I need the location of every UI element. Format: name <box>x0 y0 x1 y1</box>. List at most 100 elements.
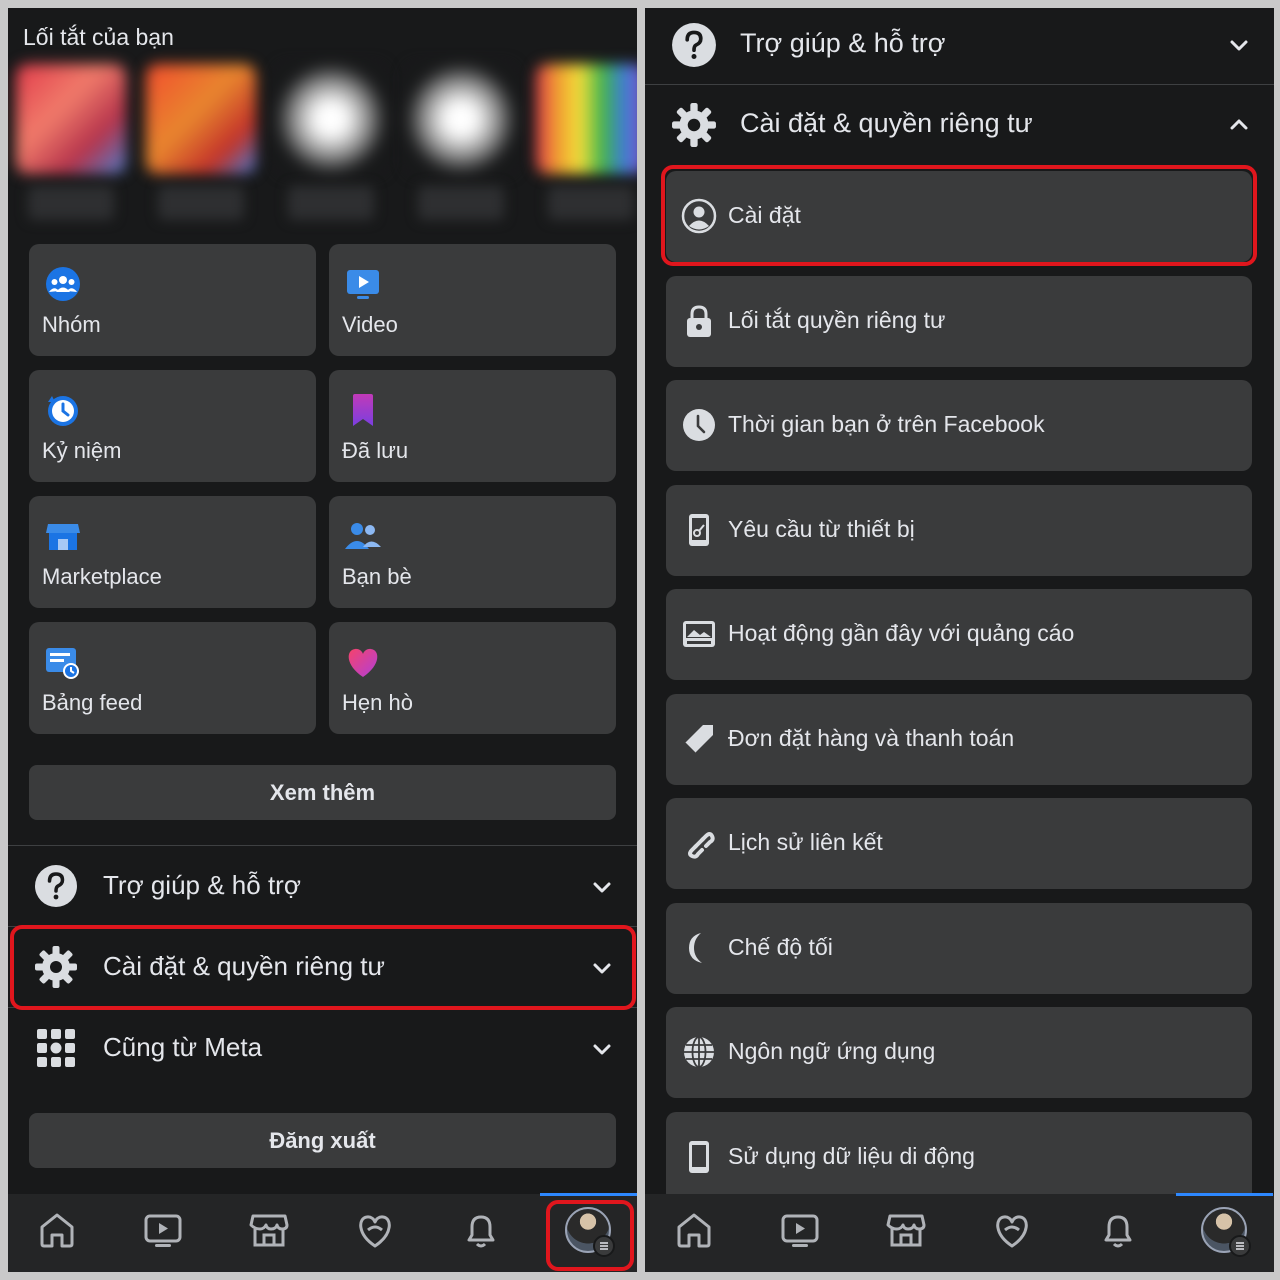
friends-icon <box>345 523 381 549</box>
memories-icon <box>48 396 78 426</box>
shortcut-thumbnail <box>406 64 516 174</box>
settings-item-label: Hoạt động gần đây với quảng cáo <box>728 620 1075 646</box>
section-help-support[interactable]: Trợ giúp & hỗ trợ <box>645 8 1274 84</box>
settings-item-label: Ngôn ngữ ứng dụng <box>728 1038 936 1064</box>
settings-item-mobile-data[interactable]: Sử dụng dữ liệu di động <box>666 1112 1252 1203</box>
video-icon <box>347 270 379 299</box>
menu-badge-icon <box>1229 1235 1251 1257</box>
notifications-icon[interactable] <box>1096 1208 1140 1252</box>
tile-label: Marketplace <box>42 564 162 589</box>
avatar <box>565 1207 615 1257</box>
shortcut-item[interactable] <box>16 64 126 234</box>
settings-item-label: Lối tắt quyền riêng tư <box>728 307 946 333</box>
phone-icon <box>689 1141 709 1173</box>
device-key-icon <box>689 514 709 546</box>
dating-icon[interactable] <box>990 1208 1034 1252</box>
watch-icon[interactable] <box>141 1208 185 1252</box>
groups-icon <box>46 267 80 301</box>
shortcut-item[interactable] <box>276 64 386 234</box>
section-label: Trợ giúp & hỗ trợ <box>103 870 301 900</box>
settings-item-privacy-shortcuts[interactable]: Lối tắt quyền riêng tư <box>666 276 1252 367</box>
tile-label: Nhóm <box>42 312 101 337</box>
shortcut-item[interactable] <box>536 64 637 234</box>
marketplace-icon[interactable] <box>884 1208 928 1252</box>
section-label: Cài đặt & quyền riêng tư <box>103 951 385 981</box>
tile-memories[interactable]: Kỷ niệm <box>29 370 316 482</box>
see-more-label: Xem thêm <box>269 779 376 805</box>
home-icon[interactable] <box>35 1208 79 1252</box>
section-help-support[interactable]: Trợ giúp & hỗ trợ <box>8 846 637 926</box>
globe-icon <box>684 1036 714 1068</box>
settings-item-orders-payments[interactable]: Đơn đặt hàng và thanh toán <box>666 694 1252 785</box>
tile-label: Kỷ niệm <box>42 438 122 463</box>
shortcut-caption <box>418 186 504 220</box>
shortcut-item[interactable] <box>146 64 256 234</box>
settings-item-label: Lịch sử liên kết <box>728 829 883 855</box>
ad-image-icon <box>683 621 715 647</box>
help-icon <box>35 865 77 907</box>
menu-panel-right: Trợ giúp & hỗ trợ Cài đặt & quyền riêng … <box>645 8 1274 1272</box>
bottom-nav <box>8 1193 637 1272</box>
home-icon[interactable] <box>672 1208 716 1252</box>
notifications-icon[interactable] <box>459 1208 503 1252</box>
active-tab-indicator <box>540 1193 637 1196</box>
active-tab-indicator <box>1176 1193 1273 1196</box>
tile-label: Bạn bè <box>342 564 412 589</box>
settings-item-app-language[interactable]: Ngôn ngữ ứng dụng <box>666 1007 1252 1098</box>
settings-item-label: Chế độ tối <box>728 934 833 960</box>
see-more-button[interactable]: Xem thêm <box>29 765 616 820</box>
section-label: Cũng từ Meta <box>103 1032 263 1062</box>
logout-button[interactable]: Đăng xuất <box>29 1113 616 1168</box>
section-settings-privacy[interactable]: Cài đặt & quyền riêng tư <box>645 88 1274 164</box>
shortcuts-title: Lối tắt của bạn <box>23 24 174 50</box>
chevron-down-icon <box>593 963 611 974</box>
section-settings-privacy[interactable]: Cài đặt & quyền riêng tư <box>8 927 637 1007</box>
tile-video[interactable]: Video <box>329 244 616 356</box>
tile-groups[interactable]: Nhóm <box>29 244 316 356</box>
settings-item-recent-ad-activity[interactable]: Hoạt động gần đây với quảng cáo <box>666 589 1252 680</box>
marketplace-icon[interactable] <box>247 1208 291 1252</box>
dating-icon <box>348 648 378 677</box>
chevron-down-icon <box>593 1044 611 1055</box>
tile-feeds[interactable]: Bảng feed <box>29 622 316 734</box>
shortcut-thumbnail <box>536 64 637 174</box>
shortcut-thumbnail <box>16 64 126 174</box>
logout-label: Đăng xuất <box>269 1127 376 1153</box>
grid-icon <box>37 1029 75 1067</box>
tile-friends[interactable]: Bạn bè <box>329 496 616 608</box>
settings-item-dark-mode[interactable]: Chế độ tối <box>666 903 1252 994</box>
marketplace-icon <box>46 524 80 550</box>
gear-icon <box>672 103 716 147</box>
dating-icon[interactable] <box>353 1208 397 1252</box>
tile-dating[interactable]: Hẹn hò <box>329 622 616 734</box>
settings-item-link-history[interactable]: Lịch sử liên kết <box>666 798 1252 889</box>
shortcut-item[interactable] <box>406 64 516 234</box>
saved-icon <box>353 394 373 426</box>
section-label: Cài đặt & quyền riêng tư <box>740 108 1033 138</box>
settings-item-settings[interactable]: Cài đặt <box>666 171 1252 262</box>
divider <box>645 84 1274 85</box>
shortcut-caption <box>158 186 244 220</box>
moon-icon <box>689 933 702 963</box>
shortcut-caption <box>288 186 374 220</box>
settings-item-label: Sử dụng dữ liệu di động <box>728 1143 975 1169</box>
shortcut-caption <box>28 186 114 220</box>
gear-icon <box>35 946 77 988</box>
help-icon <box>672 23 716 67</box>
shortcut-caption <box>548 186 634 220</box>
section-also-from-meta[interactable]: Cũng từ Meta <box>8 1008 637 1088</box>
tile-label: Bảng feed <box>42 690 143 715</box>
lock-icon <box>687 305 711 337</box>
tile-label: Hẹn hò <box>342 690 413 715</box>
user-circle-icon <box>681 198 717 234</box>
settings-item-time-on-facebook[interactable]: Thời gian bạn ở trên Facebook <box>666 380 1252 471</box>
tile-label: Đã lưu <box>342 438 409 463</box>
settings-item-device-requests[interactable]: Yêu cầu từ thiết bị <box>666 485 1252 576</box>
settings-item-label: Đơn đặt hàng và thanh toán <box>728 725 1015 751</box>
shortcut-thumbnail <box>276 64 386 174</box>
settings-item-label: Cài đặt <box>728 202 801 228</box>
feeds-icon <box>46 648 79 679</box>
tile-saved[interactable]: Đã lưu <box>329 370 616 482</box>
watch-icon[interactable] <box>778 1208 822 1252</box>
tile-marketplace[interactable]: Marketplace <box>29 496 316 608</box>
